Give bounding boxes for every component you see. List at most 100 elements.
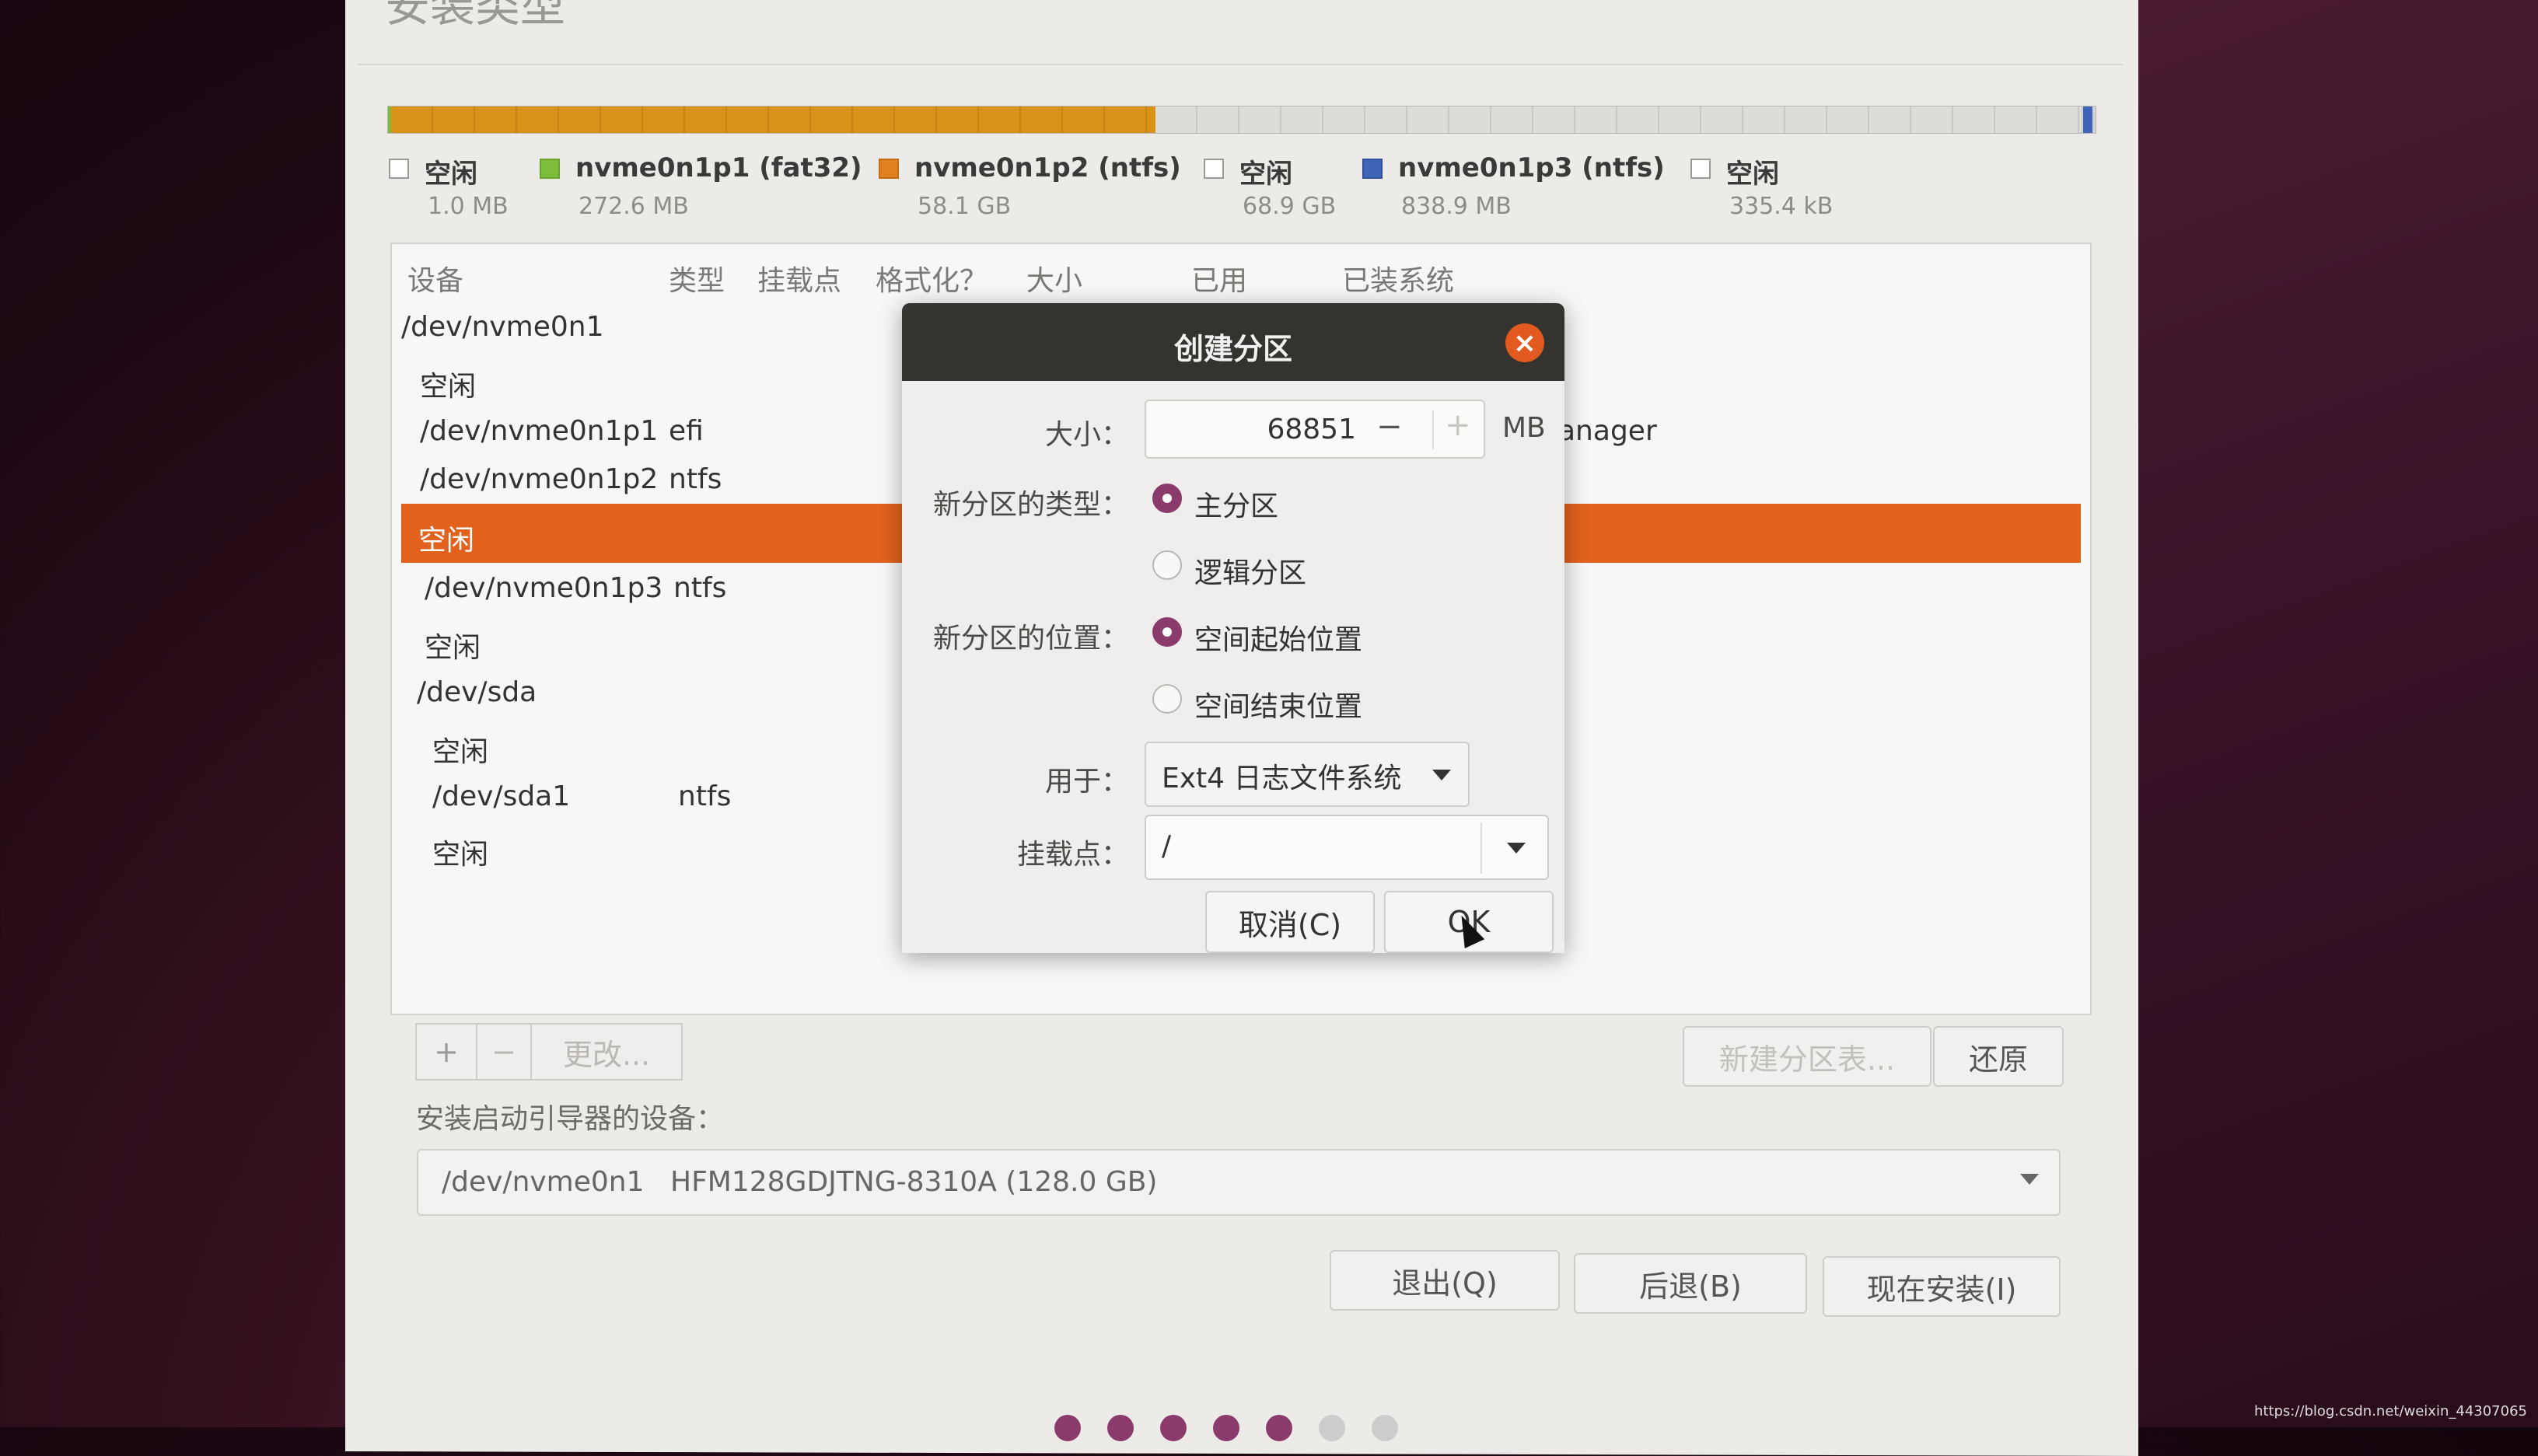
- legend-size: 1.0 MB: [428, 193, 509, 220]
- column-header-device[interactable]: 设备: [407, 258, 463, 299]
- primary-partition-radio[interactable]: [1152, 484, 1182, 513]
- mount-point-label: 挂载点：: [1016, 839, 1129, 871]
- increment-button[interactable]: +: [1445, 407, 1471, 443]
- progress-dot: [1372, 1415, 1398, 1441]
- partition-usage-bar: [387, 106, 2096, 134]
- chevron-down-icon: [2020, 1174, 2039, 1185]
- primary-partition-label[interactable]: 主分区: [1194, 484, 1278, 524]
- legend-swatch: [389, 159, 409, 179]
- row-device: 空闲: [425, 632, 481, 664]
- usage-segment-ntfs: [391, 106, 1155, 133]
- legend-name: nvme0n1p2 (ntfs): [914, 152, 1181, 183]
- progress-dot: [1160, 1415, 1187, 1441]
- progress-dot: [1054, 1415, 1081, 1441]
- size-unit: MB: [1502, 412, 1546, 444]
- window-title: 安装类型: [385, 0, 566, 32]
- column-header-mount[interactable]: 挂载点: [757, 258, 841, 299]
- size-spinbox[interactable]: 68851 − +: [1145, 400, 1485, 459]
- row-device: /dev/nvme0n1: [401, 311, 604, 343]
- legend-swatch: [879, 159, 899, 179]
- chevron-down-icon: [1432, 770, 1451, 780]
- use-as-label: 用于：: [1044, 766, 1129, 798]
- legend-name: nvme0n1p3 (ntfs): [1398, 152, 1665, 183]
- row-device: /dev/sda: [417, 676, 537, 708]
- partition-type-label: 新分区的类型：: [932, 489, 1129, 521]
- row-device: 空闲: [420, 371, 477, 403]
- watermark: https://blog.csdn.net/weixin_44307065: [2253, 1403, 2527, 1419]
- desktop-background: [2068, 0, 2538, 1427]
- column-header-format[interactable]: 格式化？: [876, 258, 988, 299]
- legend-size: 272.6 MB: [579, 193, 689, 220]
- revert-button[interactable]: 还原: [1933, 1026, 2064, 1087]
- filesystem-value: Ext4 日志文件系统: [1162, 763, 1402, 794]
- partition-location-label: 新分区的位置：: [932, 623, 1129, 655]
- cancel-button[interactable]: 取消(C): [1205, 891, 1375, 953]
- column-header-used[interactable]: 已用: [1191, 258, 1247, 299]
- logical-partition-radio[interactable]: [1152, 550, 1182, 580]
- legend-size: 68.9 GB: [1243, 193, 1337, 220]
- legend-swatch: [540, 159, 560, 179]
- bootloader-device-select[interactable]: /dev/nvme0n1 HFM128GDJTNG-8310A (128.0 G…: [417, 1149, 2061, 1216]
- bootloader-device: /dev/nvme0n1: [442, 1166, 645, 1198]
- row-type: ntfs: [669, 463, 722, 495]
- location-start-label[interactable]: 空间起始位置: [1194, 617, 1362, 658]
- row-device: /dev/nvme0n1p3: [425, 572, 663, 604]
- progress-dot: [1107, 1415, 1134, 1441]
- size-value: 68851: [1267, 414, 1356, 445]
- legend-swatch: [1204, 159, 1224, 179]
- new-partition-table-button[interactable]: 新建分区表...: [1683, 1026, 1931, 1087]
- progress-dot: [1266, 1415, 1292, 1441]
- row-device: /dev/nvme0n1p1: [420, 415, 659, 447]
- decrement-button[interactable]: −: [1376, 409, 1403, 445]
- location-end-label[interactable]: 空间结束位置: [1194, 684, 1362, 725]
- combo-divider: [1480, 822, 1482, 874]
- dialog-title: 创建分区: [1173, 332, 1292, 366]
- dialog-titlebar: 创建分区 ×: [902, 303, 1564, 381]
- size-label: 大小：: [1044, 419, 1129, 451]
- legend-name: nvme0n1p1 (fat32): [575, 152, 862, 183]
- row-type: ntfs: [678, 780, 732, 812]
- progress-dot: [1213, 1415, 1239, 1441]
- row-os: anager: [1558, 415, 1657, 447]
- remove-partition-button[interactable]: −: [476, 1023, 532, 1081]
- legend-swatch: [1690, 159, 1711, 179]
- row-type: efi: [669, 415, 704, 447]
- location-start-radio[interactable]: [1152, 617, 1182, 647]
- legend-size: 335.4 kB: [1729, 193, 1834, 220]
- install-now-button[interactable]: 现在安装(I): [1823, 1256, 2061, 1317]
- logical-partition-label[interactable]: 逻辑分区: [1194, 550, 1306, 591]
- column-header-type[interactable]: 类型: [669, 258, 725, 299]
- row-device: 空闲: [432, 839, 489, 871]
- usage-segment-free: [1155, 106, 2081, 133]
- row-type: ntfs: [673, 572, 727, 604]
- row-device: /dev/sda1: [432, 780, 571, 812]
- legend-name: 空闲: [1239, 159, 1292, 190]
- row-device: 空闲: [432, 736, 489, 768]
- add-partition-button[interactable]: +: [415, 1023, 477, 1081]
- mount-point-value: /: [1162, 830, 1172, 862]
- change-partition-button[interactable]: 更改...: [530, 1023, 683, 1081]
- create-partition-dialog: 创建分区 × 大小： 68851 − + MB 新分区的类型： 主分区 逻辑分区…: [902, 303, 1564, 953]
- title-separator: [358, 64, 2123, 65]
- row-device: /dev/nvme0n1p2: [420, 463, 659, 495]
- usage-segment-ntfs-p3: [2083, 106, 2092, 133]
- bootloader-label: 安装启动引导器的设备：: [416, 1103, 725, 1135]
- close-icon[interactable]: ×: [1505, 323, 1544, 362]
- mount-point-combo[interactable]: /: [1145, 815, 1549, 880]
- legend-name: 空闲: [1726, 159, 1779, 190]
- row-device: 空闲: [418, 525, 475, 557]
- legend-size: 838.9 MB: [1401, 193, 1512, 220]
- quit-button[interactable]: 退出(Q): [1330, 1250, 1560, 1311]
- column-header-os[interactable]: 已装系统: [1342, 258, 1454, 299]
- chevron-down-icon[interactable]: [1507, 843, 1526, 854]
- location-end-radio[interactable]: [1152, 684, 1182, 714]
- spinbox-divider: [1432, 410, 1434, 449]
- column-header-size[interactable]: 大小: [1026, 258, 1082, 299]
- back-button[interactable]: 后退(B): [1574, 1253, 1807, 1314]
- legend-size: 58.1 GB: [918, 193, 1012, 220]
- bootloader-device-name: HFM128GDJTNG-8310A (128.0 GB): [670, 1166, 1158, 1198]
- legend-swatch: [1362, 159, 1383, 179]
- progress-dot: [1319, 1415, 1345, 1441]
- filesystem-dropdown[interactable]: Ext4 日志文件系统: [1145, 742, 1470, 807]
- legend-name: 空闲: [425, 159, 477, 190]
